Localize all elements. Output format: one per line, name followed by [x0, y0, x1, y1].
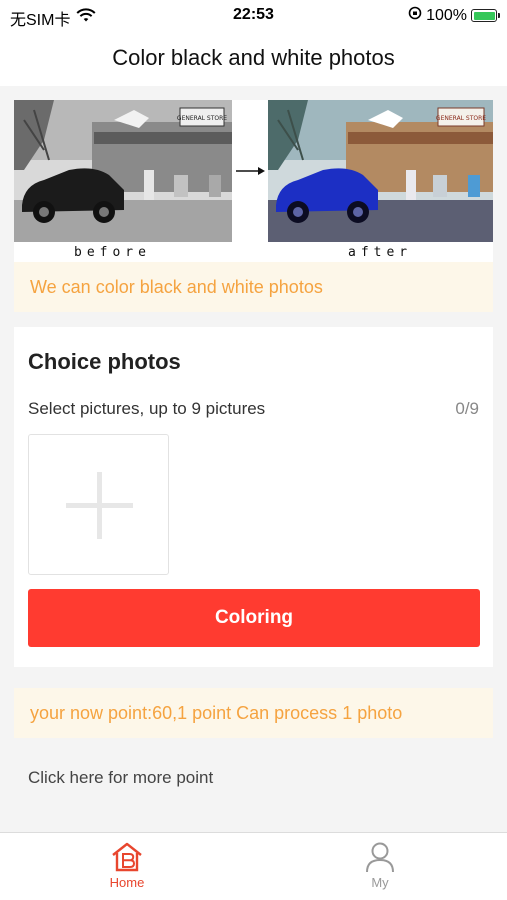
- status-bar: 无SIM卡 22:53 100%: [0, 0, 507, 30]
- points-notice-text: your now point:60,1 point Can process 1 …: [30, 703, 403, 723]
- before-after-banner: GENERAL STORE GENERAL STORE before after: [14, 100, 493, 262]
- tab-home[interactable]: Home: [87, 841, 167, 890]
- picker-title: Choice photos: [28, 349, 181, 374]
- more-points-link[interactable]: Click here for more point: [28, 768, 213, 788]
- battery-charging-icon: [471, 9, 500, 22]
- picker-subtitle: Select pictures, up to 9 pictures: [28, 399, 266, 418]
- add-photo-button[interactable]: [28, 434, 169, 575]
- tab-home-label: Home: [109, 875, 145, 890]
- tab-my[interactable]: My: [340, 841, 420, 890]
- user-icon: [340, 841, 420, 873]
- arrow-right-icon: [236, 167, 265, 175]
- status-right: 100%: [408, 6, 500, 25]
- photo-picker-card: Choice photos Select pictures, up to 9 p…: [14, 327, 493, 667]
- coloring-button[interactable]: Coloring: [28, 589, 480, 647]
- orientation-lock-icon: [408, 6, 422, 25]
- page-title: Color black and white photos: [112, 45, 395, 70]
- tab-bar: Home My: [0, 832, 507, 900]
- nav-bar: Color black and white photos: [0, 30, 507, 86]
- before-sign-text: GENERAL STORE: [177, 115, 227, 122]
- before-photo: GENERAL STORE: [14, 100, 232, 242]
- battery-percent: 100%: [426, 6, 467, 24]
- feature-notice: We can color black and white photos: [14, 262, 493, 312]
- picker-count: 0/9: [455, 399, 479, 418]
- before-caption: before: [74, 245, 151, 260]
- feature-notice-text: We can color black and white photos: [30, 277, 323, 297]
- home-icon: [87, 841, 167, 873]
- points-notice: your now point:60,1 point Can process 1 …: [14, 688, 493, 738]
- after-sign-text: GENERAL STORE: [436, 115, 486, 122]
- after-caption: after: [348, 245, 413, 260]
- after-photo: GENERAL STORE: [268, 100, 493, 242]
- tab-my-label: My: [371, 875, 389, 890]
